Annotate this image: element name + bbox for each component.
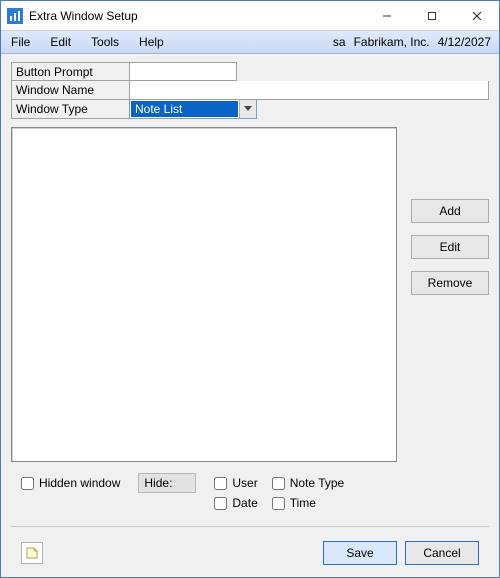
menubar: File Edit Tools Help sa Fabrikam, Inc. 4… xyxy=(1,31,499,54)
edit-button[interactable]: Edit xyxy=(411,235,489,259)
checkbox-user-input[interactable] xyxy=(214,477,227,490)
status-user: sa xyxy=(333,35,346,49)
options-row: Hidden window Hide: User Note Type Date xyxy=(11,470,489,520)
menu-tools[interactable]: Tools xyxy=(81,31,129,53)
remove-button[interactable]: Remove xyxy=(411,271,489,295)
checkbox-hidden-window-label: Hidden window xyxy=(39,476,120,490)
checkbox-date[interactable]: Date xyxy=(214,494,257,512)
window-controls xyxy=(364,1,499,30)
footer: Save Cancel xyxy=(11,533,489,573)
menu-help[interactable]: Help xyxy=(129,31,174,53)
row-window-type: Window Type Note List xyxy=(11,100,489,119)
checkbox-user-label: User xyxy=(232,476,257,490)
menu-file[interactable]: File xyxy=(1,31,40,53)
titlebar: Extra Window Setup xyxy=(1,1,499,31)
window-listbox[interactable] xyxy=(11,127,397,462)
hide-options-grid: User Note Type Date Time xyxy=(214,474,344,512)
status-date: 4/12/2027 xyxy=(438,35,491,49)
content-area: Button Prompt Window Name Window Type No… xyxy=(1,54,499,577)
checkbox-date-input[interactable] xyxy=(214,497,227,510)
checkbox-note-type-label: Note Type xyxy=(290,476,344,490)
chevron-down-icon xyxy=(239,100,256,118)
window-title: Extra Window Setup xyxy=(29,9,138,23)
divider xyxy=(11,526,489,527)
app-window: Extra Window Setup File Edit Tools Help … xyxy=(0,0,500,578)
cancel-button[interactable]: Cancel xyxy=(405,541,479,565)
menu-status: sa Fabrikam, Inc. 4/12/2027 xyxy=(333,31,499,53)
app-icon xyxy=(7,8,23,24)
checkbox-time-input[interactable] xyxy=(272,497,285,510)
checkbox-note-type[interactable]: Note Type xyxy=(272,474,344,492)
hide-group-label: Hide: xyxy=(138,473,196,493)
row-window-name: Window Name xyxy=(11,81,489,100)
main-area: Add Edit Remove xyxy=(11,127,489,462)
label-button-prompt: Button Prompt xyxy=(11,62,129,81)
save-button[interactable]: Save xyxy=(323,541,397,565)
label-window-name: Window Name xyxy=(11,81,129,100)
checkbox-hidden-window[interactable]: Hidden window xyxy=(21,474,120,492)
checkbox-date-label: Date xyxy=(232,496,257,510)
side-buttons: Add Edit Remove xyxy=(411,127,489,462)
note-icon[interactable] xyxy=(21,542,43,564)
menu-edit[interactable]: Edit xyxy=(40,31,81,53)
row-button-prompt: Button Prompt xyxy=(11,62,489,81)
close-button[interactable] xyxy=(454,1,499,30)
form-fields: Button Prompt Window Name Window Type No… xyxy=(11,62,489,119)
label-window-type: Window Type xyxy=(11,100,129,119)
checkbox-time[interactable]: Time xyxy=(272,494,344,512)
input-window-name[interactable] xyxy=(129,81,489,100)
select-window-type-value: Note List xyxy=(131,101,238,117)
checkbox-user[interactable]: User xyxy=(214,474,257,492)
add-button[interactable]: Add xyxy=(411,199,489,223)
checkbox-hidden-window-input[interactable] xyxy=(21,477,34,490)
status-company: Fabrikam, Inc. xyxy=(354,35,430,49)
maximize-button[interactable] xyxy=(409,1,454,30)
minimize-button[interactable] xyxy=(364,1,409,30)
checkbox-note-type-input[interactable] xyxy=(272,477,285,490)
input-button-prompt[interactable] xyxy=(129,62,237,81)
select-window-type[interactable]: Note List xyxy=(129,100,257,119)
checkbox-time-label: Time xyxy=(290,496,316,510)
